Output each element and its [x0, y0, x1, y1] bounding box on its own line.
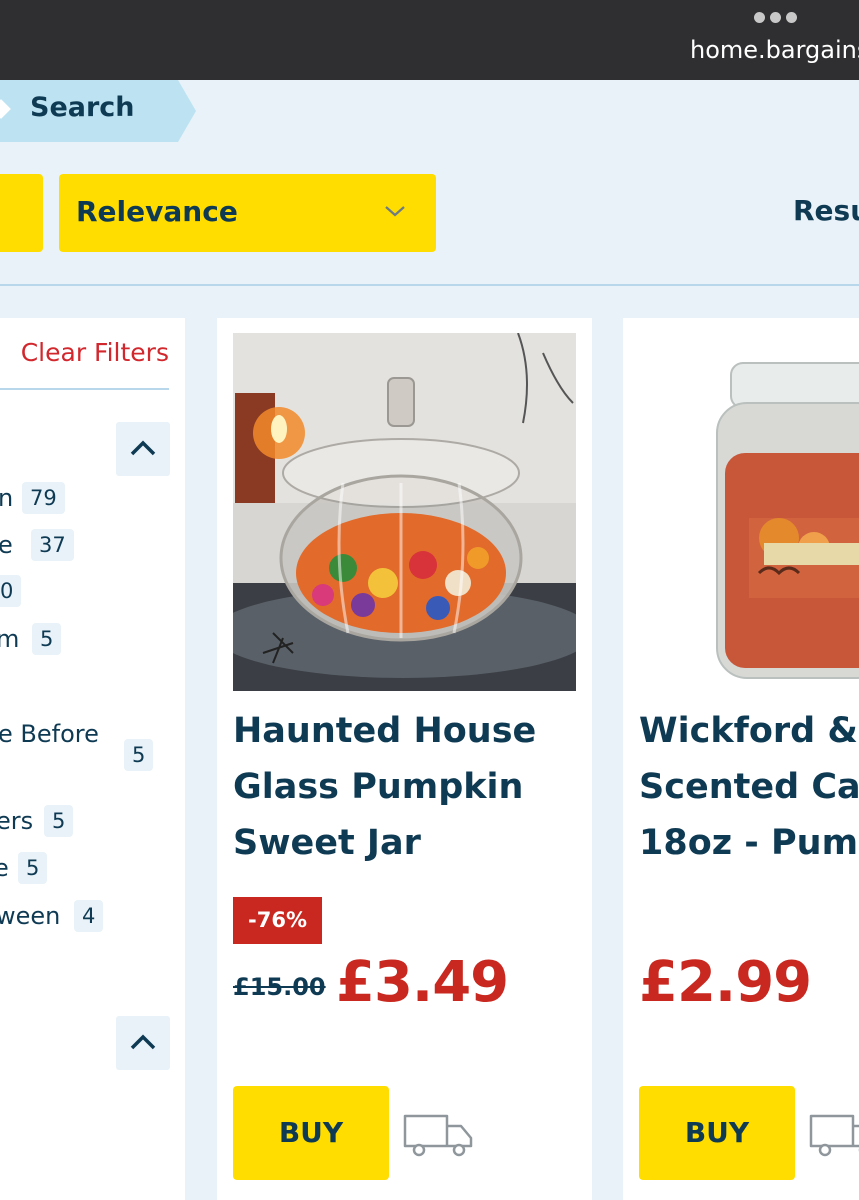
product-image[interactable] [639, 333, 859, 691]
chevron-up-icon [130, 1034, 156, 1050]
product-image[interactable] [233, 333, 576, 691]
candle-jar-image [639, 333, 859, 691]
filter-count: 79 [22, 482, 65, 514]
divider [0, 284, 859, 286]
sort-select[interactable]: Relevance [59, 174, 436, 252]
filter-count: 5 [124, 739, 154, 771]
current-price: £2.99 [639, 950, 812, 1015]
filter-count: 4 [74, 900, 104, 932]
pumpkin-jar-image [233, 333, 576, 691]
more-dots-icon[interactable] [754, 12, 800, 26]
product-title[interactable]: Haunted House Glass Pumpkin Sweet Jar [233, 703, 593, 871]
breadcrumb[interactable]: Search [0, 80, 200, 142]
filter-count: 5 [44, 805, 74, 837]
product-title[interactable]: Wickford & Scented Car 18oz - Pump [639, 703, 859, 871]
filter-sidebar: Clear Filters n 79 e 37 0 m 5 e Before 5… [0, 318, 185, 1200]
filter-count: 5 [18, 852, 48, 884]
clear-filters-link[interactable]: Clear Filters [21, 338, 169, 367]
breadcrumb-search[interactable]: Search [30, 92, 135, 123]
delivery-van-icon [403, 1114, 473, 1157]
browser-bar: home.bargains [0, 0, 859, 80]
chevron-up-icon [130, 440, 156, 456]
chevron-down-icon [385, 206, 405, 217]
filter-count: 37 [31, 529, 74, 561]
collapse-filter-button[interactable] [116, 1016, 170, 1070]
was-price: £15.00 [233, 973, 326, 1001]
filter-button[interactable] [0, 174, 43, 252]
buy-button[interactable]: BUY [639, 1086, 795, 1180]
discount-badge: -76% [233, 897, 322, 944]
product-card[interactable]: Wickford & Scented Car 18oz - Pump £2.99… [623, 318, 859, 1200]
divider [0, 388, 169, 390]
filter-count: 5 [32, 623, 62, 655]
url-text[interactable]: home.bargains [690, 36, 859, 64]
collapse-filter-button[interactable] [116, 422, 170, 476]
sort-select-value: Relevance [76, 195, 238, 228]
filter-count: 0 [0, 575, 22, 607]
delivery-van-icon [809, 1114, 859, 1157]
product-card[interactable]: Haunted House Glass Pumpkin Sweet Jar -7… [217, 318, 592, 1200]
results-count: Resu [793, 194, 859, 227]
current-price: £3.49 [336, 950, 509, 1015]
buy-button[interactable]: BUY [233, 1086, 389, 1180]
